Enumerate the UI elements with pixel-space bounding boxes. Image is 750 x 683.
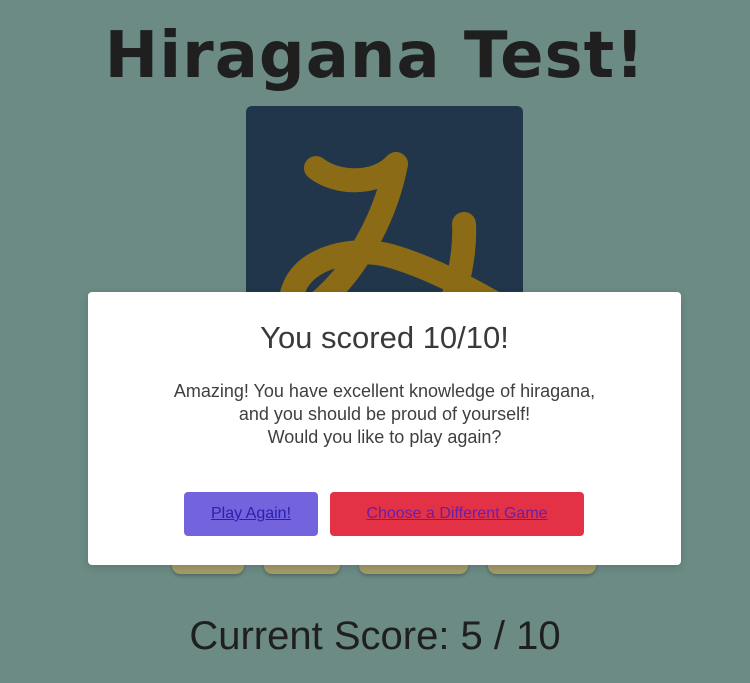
modal-title: You scored 10/10! [260,320,509,355]
modal-message-line: and you should be proud of yourself! [238,404,531,424]
result-modal: You scored 10/10! Amazing! You have exce… [88,292,681,565]
modal-message-line: Would you like to play again? [267,427,502,447]
page-title: Hiragana Test! [104,19,646,93]
modal-message-line: Amazing! You have excellent knowledge of… [173,381,596,401]
modal-message: Amazing! You have excellent knowledge of… [108,380,661,449]
choose-different-game-button[interactable]: Choose a Different Game [330,492,584,536]
current-score: Current Score: 5 / 10 [189,614,561,658]
play-again-button[interactable]: Play Again! [184,492,318,536]
